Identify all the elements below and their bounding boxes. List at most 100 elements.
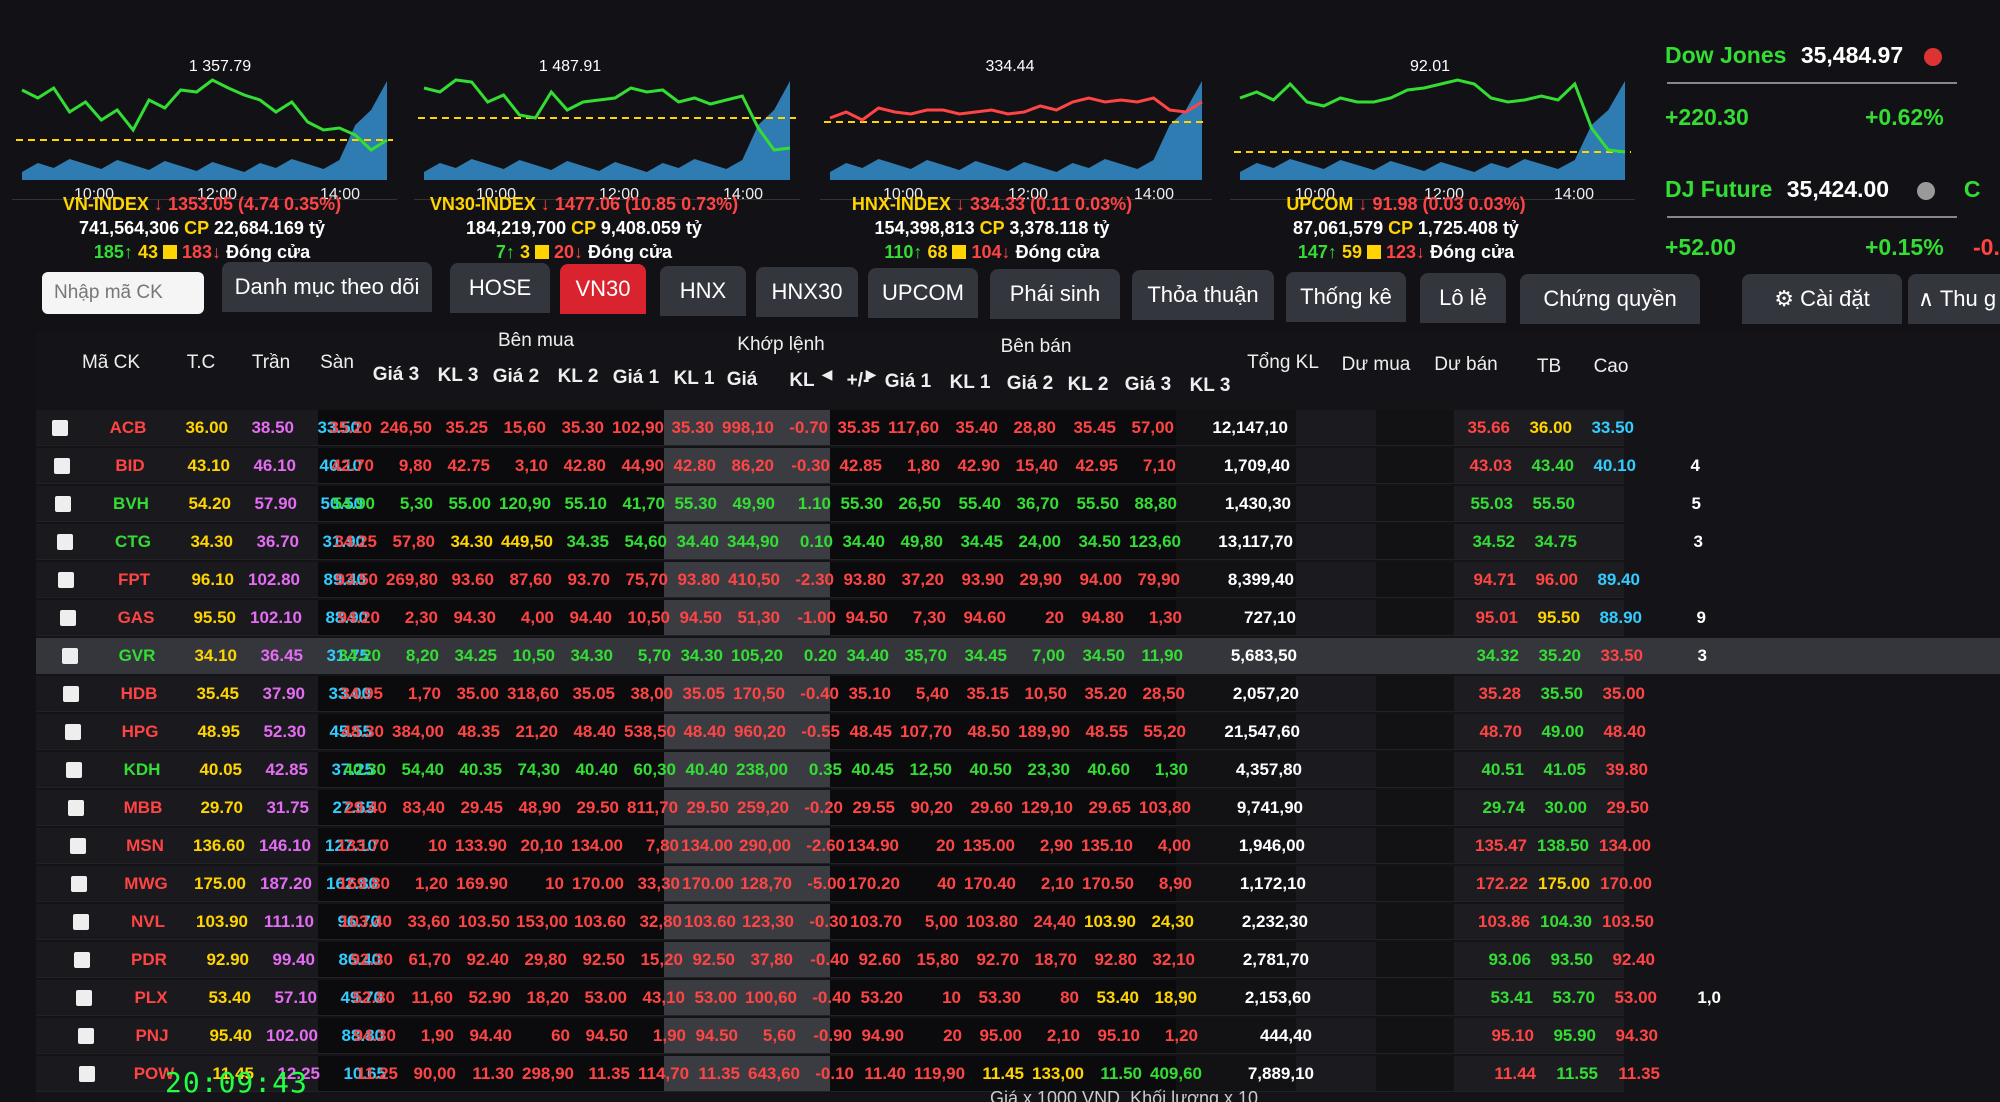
watch-checkbox[interactable] <box>58 572 74 588</box>
table-row[interactable]: NVL 103.90 111.10 96.70 103.40 33,60 103.50 153… <box>36 904 2000 940</box>
symbol-cell[interactable]: KDH <box>94 752 190 788</box>
watch-checkbox[interactable] <box>68 800 84 816</box>
value-cell: 92.40 <box>1612 950 1655 969</box>
symbol-cell[interactable]: PLX <box>103 980 199 1016</box>
symbol-cell[interactable]: BVH <box>83 486 179 522</box>
header-v3: KL 3 <box>437 364 479 386</box>
symbol-cell[interactable]: BID <box>82 448 178 484</box>
watch-checkbox[interactable] <box>78 1028 94 1044</box>
watch-checkbox[interactable] <box>73 914 89 930</box>
symbol-cell[interactable]: PNJ <box>104 1018 200 1054</box>
value-cell: 36,70 <box>1016 494 1059 513</box>
table-row[interactable]: PNJ 95.40 102.00 88.80 94.30 1,90 94.40 60 94.50… <box>36 1018 2000 1054</box>
index-summary[interactable]: HNX-INDEX ↓ 334.33 (0.11 0.03%) 154,398,8… <box>812 192 1172 264</box>
watch-checkbox[interactable] <box>74 952 90 968</box>
tab-th-ng-k-[interactable]: Thống kê <box>1286 272 1406 322</box>
table-row[interactable]: HPG 48.95 52.30 45.55 48.30 384,00 48.35 21,20 4… <box>36 714 2000 750</box>
watch-checkbox[interactable] <box>62 648 78 664</box>
value-cell: 100,60 <box>745 988 797 1007</box>
symbol-cell[interactable]: ACB <box>80 410 176 446</box>
table-row[interactable]: FPT 96.10 102.80 89.40 93.50 269,80 93.60 87,60… <box>36 562 2000 598</box>
value-cell: 55.00 <box>448 494 491 513</box>
table-row[interactable]: MBB 29.70 31.75 27.65 29.40 83,40 29.45 48,90 29… <box>36 790 2000 826</box>
symbol-cell[interactable]: FPT <box>86 562 182 598</box>
value-cell: 38,00 <box>630 684 673 703</box>
symbol-cell[interactable]: GVR <box>89 638 185 674</box>
symbol-cell[interactable]: CTG <box>85 524 181 560</box>
index-volume: 154,398,813 <box>874 218 975 238</box>
watch-checkbox[interactable] <box>65 724 81 740</box>
index-summary[interactable]: VN30-INDEX ↓ 1477.06 (10.85 0.73%) 184,21… <box>404 192 764 264</box>
cell-bg <box>1376 980 1456 1016</box>
value-cell: 31.75 <box>266 798 309 817</box>
collapse-button[interactable]: ∧ Thu g <box>1908 274 2000 324</box>
table-row[interactable]: GVR 34.10 36.45 31.75 34.20 8,20 34.25 10,50 34.… <box>36 638 2000 674</box>
table-row[interactable]: HDB 35.45 37.90 33.00 34.95 1,70 35.00 318,60 35… <box>36 676 2000 712</box>
table-row[interactable]: BVH 54.20 57.90 50.50 54.90 5,30 55.00 120,90 55… <box>36 486 2000 522</box>
value-cell: 8,90 <box>1158 874 1192 893</box>
tab-ph-i-sinh[interactable]: Phái sinh <box>990 269 1120 319</box>
settings-button[interactable]: ⚙ Cài đặt <box>1742 274 1902 324</box>
value-cell: 34.32 <box>1476 646 1519 665</box>
value-cell: 20 <box>943 1026 962 1045</box>
index-summary[interactable]: UPCOM ↓ 91.98 (0.03 0.03%) 87,061,579 CP … <box>1226 192 1586 264</box>
value-cell: 43.40 <box>1531 456 1574 475</box>
table-row[interactable]: PLX 53.40 57.10 49.70 52.80 11,60 52.90 18,20 53… <box>36 980 2000 1016</box>
tab-upcom[interactable]: UPCOM <box>868 268 978 318</box>
value-cell: 0.35 <box>808 760 842 779</box>
watch-checkbox[interactable] <box>63 686 79 702</box>
tab-l-l-[interactable]: Lô lẻ <box>1420 273 1506 323</box>
symbol-cell[interactable]: PDR <box>101 942 197 978</box>
dow-jones-row: Dow Jones 35,484.97 <box>1665 42 2000 78</box>
symbol-search-input[interactable]: Nhập mã CK <box>42 272 204 314</box>
tab-hose[interactable]: HOSE <box>450 263 550 313</box>
value-cell: 35.20 <box>329 418 372 437</box>
value-cell: 727,10 <box>1244 608 1296 627</box>
tab-danh-m-c-theo-d-i[interactable]: Danh mục theo dõi <box>222 262 432 312</box>
table-row[interactable]: ACB 36.00 38.50 33.50 35.20 246,50 35.25 15,60 3… <box>36 410 2000 446</box>
tab-hnx30[interactable]: HNX30 <box>756 267 858 317</box>
symbol-cell[interactable]: MBB <box>95 790 191 826</box>
value-cell: 344,90 <box>727 532 779 551</box>
watch-checkbox[interactable] <box>57 534 73 550</box>
table-row[interactable]: MSN 136.60 146.10 127.10 133.70 10 133.90 20,10… <box>36 828 2000 864</box>
symbol-cell[interactable]: NVL <box>100 904 196 940</box>
symbol-cell[interactable]: GAS <box>88 600 184 636</box>
value-cell <box>1653 676 1717 712</box>
table-row[interactable]: CTG 34.30 36.70 31.90 34.25 57,80 34.30 449,50 3… <box>36 524 2000 560</box>
index-line-1: UPCOM ↓ 91.98 (0.03 0.03%) <box>1226 192 1586 216</box>
watch-checkbox[interactable] <box>76 990 92 1006</box>
tab-th-a-thu-n[interactable]: Thỏa thuận <box>1132 270 1274 320</box>
table-row[interactable]: BID 43.10 46.10 40.10 42.70 9,80 42.75 3,10 42.8… <box>36 448 2000 484</box>
tab-ch-ng-quy-n[interactable]: Chứng quyền <box>1520 274 1700 324</box>
watch-checkbox[interactable] <box>54 458 70 474</box>
arrow-down-icon: ↓ <box>1358 194 1368 214</box>
scroll-right-icon[interactable]: ▶ <box>864 366 878 383</box>
arrow-up-icon: ↑ <box>913 242 923 262</box>
watch-checkbox[interactable] <box>70 838 86 854</box>
tab-hnx[interactable]: HNX <box>660 266 746 316</box>
watch-checkbox[interactable] <box>55 496 71 512</box>
watch-checkbox[interactable] <box>60 610 76 626</box>
scroll-left-icon[interactable]: ◀ <box>820 366 834 383</box>
value-cell: 170.50 <box>1082 874 1134 893</box>
value-cell: 40.05 <box>199 760 242 779</box>
value-cell: 290,00 <box>739 836 791 855</box>
table-row[interactable]: POW 11.45 12.25 10.65 11.25 90,00 11.30 298,90 1… <box>36 1056 2000 1092</box>
table-row[interactable]: MWG 175.00 187.20 162.80 169.80 1,20 169.90 10 1… <box>36 866 2000 902</box>
watch-checkbox[interactable] <box>66 762 82 778</box>
value-cell: 53.70 <box>1552 988 1595 1007</box>
value-cell: 53.20 <box>860 988 903 1007</box>
symbol-cell[interactable]: MWG <box>98 866 194 902</box>
watch-checkbox[interactable] <box>52 420 68 436</box>
symbol-cell[interactable]: HDB <box>91 676 187 712</box>
table-row[interactable]: GAS 95.50 102.10 88.90 94.20 2,30 94.30 4,00 94.… <box>36 600 2000 636</box>
table-row[interactable]: KDH 40.05 42.85 37.25 40.30 54,40 40.35 74,30 40… <box>36 752 2000 788</box>
tab-vn30[interactable]: VN30 <box>560 264 646 314</box>
index-summary[interactable]: VN-INDEX ↓ 1353.05 (4.74 0.35%) 741,564,3… <box>22 192 382 264</box>
watch-checkbox[interactable] <box>71 876 87 892</box>
symbol-cell[interactable]: HPG <box>92 714 188 750</box>
symbol-cell[interactable]: MSN <box>97 828 193 864</box>
table-row[interactable]: PDR 92.90 99.40 86.40 92.30 61,70 92.40 29,80 92… <box>36 942 2000 978</box>
watch-checkbox[interactable] <box>79 1066 95 1082</box>
